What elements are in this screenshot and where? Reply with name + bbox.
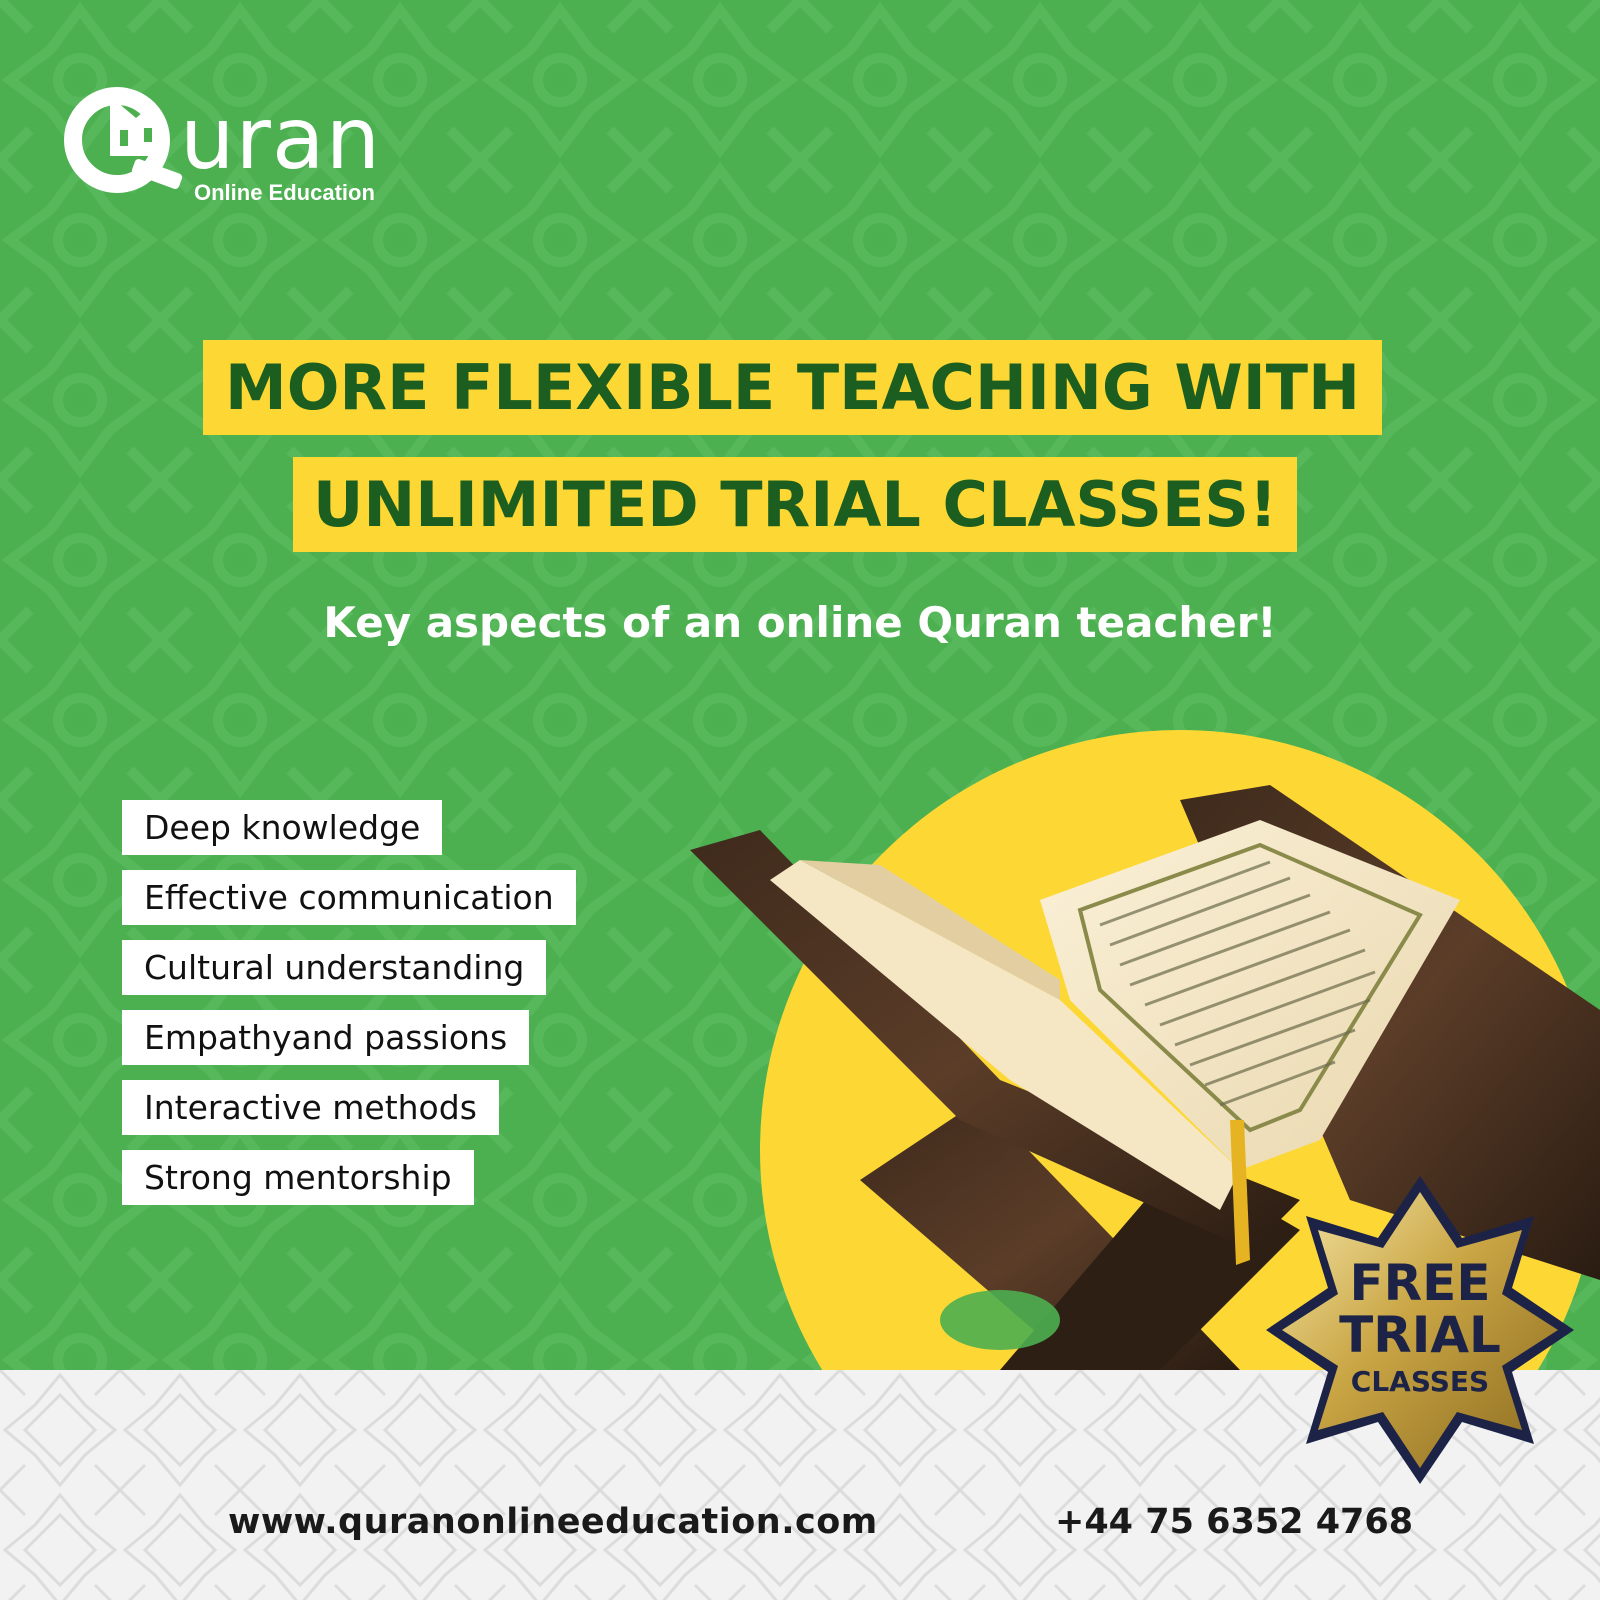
brand-logo: uran Online Education: [62, 78, 422, 218]
badge-line-free: FREE: [1349, 1254, 1491, 1312]
website-link[interactable]: www.quranonlineeducation.com: [228, 1502, 878, 1542]
promo-poster: uran Online Education MORE FLEXIBLE TEAC…: [0, 0, 1600, 1600]
aspect-item: Cultural understanding: [122, 940, 547, 995]
aspect-item: Effective communication: [122, 870, 576, 925]
aspect-item: Empathyand passions: [122, 1010, 530, 1065]
brand-tagline: Online Education: [194, 180, 375, 205]
aspect-item: Strong mentorship: [122, 1150, 474, 1205]
badge-line-classes: CLASSES: [1350, 1365, 1490, 1398]
free-trial-badge[interactable]: FREE TRIAL CLASSES: [1260, 1258, 1580, 1396]
badge-line-trial: TRIAL: [1339, 1306, 1501, 1364]
aspect-item: Deep knowledge: [122, 800, 443, 855]
aspects-list: Deep knowledge Effective communication C…: [122, 800, 576, 1220]
phone-number[interactable]: +44 75 6352 4768: [1055, 1502, 1413, 1542]
headline-line-1: MORE FLEXIBLE TEACHING WITH: [203, 340, 1382, 435]
brand-name: uran: [180, 89, 382, 189]
aspect-item: Interactive methods: [122, 1080, 499, 1135]
subtitle: Key aspects of an online Quran teacher!: [323, 598, 1277, 647]
headline-line-2: UNLIMITED TRIAL CLASSES!: [293, 457, 1298, 552]
quran-logo-icon: [64, 87, 183, 193]
